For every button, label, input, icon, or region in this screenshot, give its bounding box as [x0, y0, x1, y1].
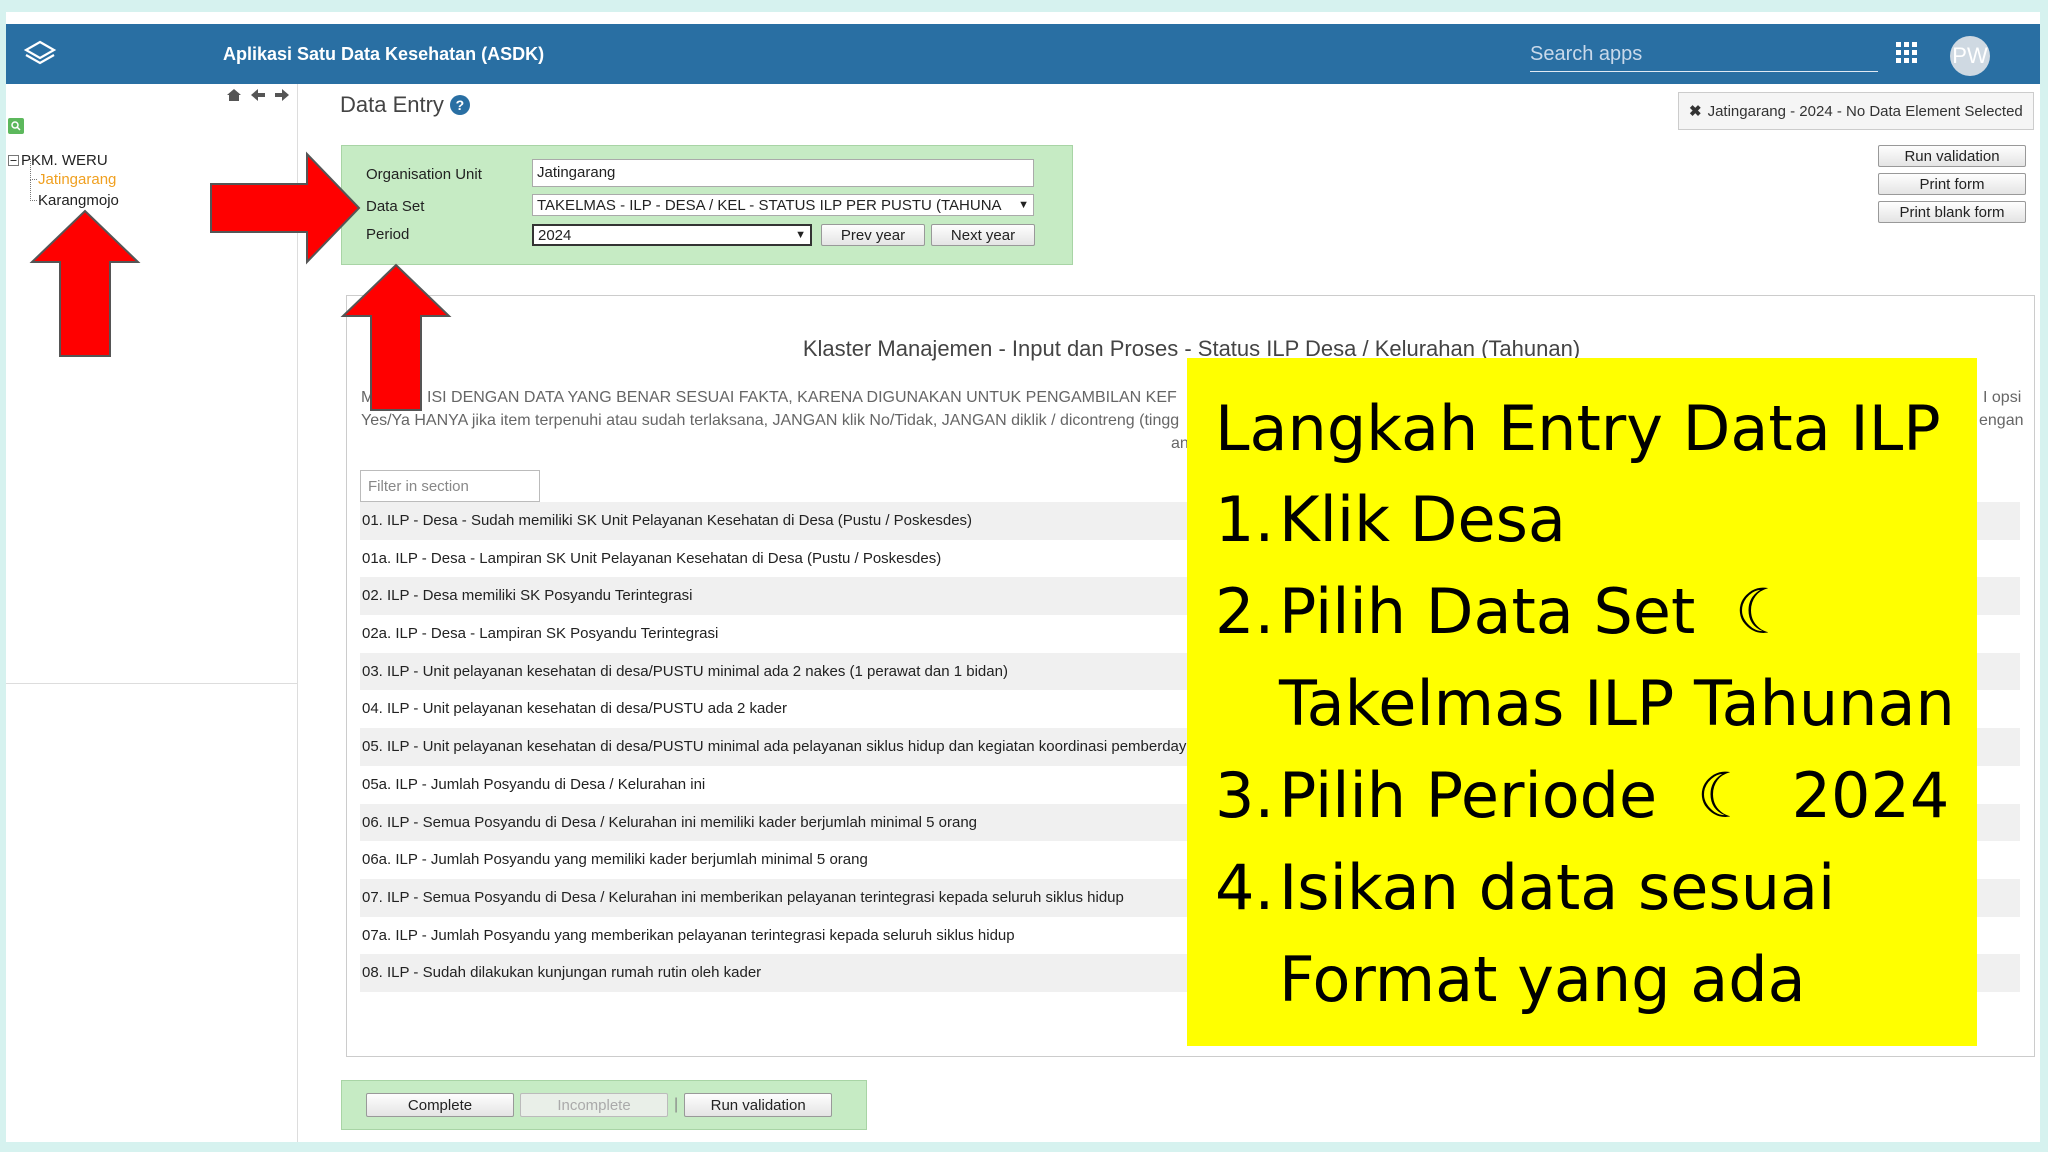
back-arrow-icon[interactable]: [250, 88, 266, 102]
overlay-step-number: 3.: [1215, 759, 1275, 832]
status-box: ✖ Jatingarang - 2024 - No Data Element S…: [1678, 92, 2034, 130]
overlay-step-number: 2.: [1215, 575, 1275, 648]
form-action-buttons: Run validation Print form Print blank fo…: [1878, 145, 2026, 223]
overlay-step-text: Pilih Data Set ☾ Takelmas ILP Tahunan: [1279, 575, 1955, 740]
incomplete-button: Incomplete: [520, 1093, 668, 1117]
complete-button[interactable]: Complete: [366, 1093, 514, 1117]
overlay-step-text: Pilih Periode ☾ 2024: [1279, 759, 1950, 832]
note-line1-mid: ISI DENGAN DATA YANG BENAR SESUAI FAKTA,…: [427, 389, 1177, 406]
overlay-step: 2. Pilih Data Set ☾ Takelmas ILP Tahunan: [1215, 566, 1977, 750]
user-avatar[interactable]: PW: [1950, 36, 1990, 76]
run-validation-bottom-button[interactable]: Run validation: [684, 1093, 833, 1117]
tree-nav-icons: [226, 88, 290, 102]
instruction-overlay: Langkah Entry Data ILP 1. Klik Desa 2. Pili…: [1187, 358, 1977, 1046]
next-year-button[interactable]: Next year: [931, 224, 1035, 246]
note-line1-right: I opsi: [1983, 389, 2022, 406]
sidebar-divider: [297, 684, 298, 1142]
status-text: Jatingarang - 2024 - No Data Element Sel…: [1707, 102, 2023, 120]
overlay-step-number: 1.: [1215, 483, 1275, 556]
overlay-step-text: Klik Desa: [1279, 483, 1566, 556]
filter-section-input[interactable]: [360, 470, 540, 502]
app-window: Aplikasi Satu Data Kesehatan (ASDK) PW P…: [6, 12, 2040, 1142]
top-bar: Aplikasi Satu Data Kesehatan (ASDK) PW: [6, 24, 2040, 84]
forward-arrow-icon[interactable]: [274, 88, 290, 102]
tree-item-jatingarang[interactable]: Jatingarang: [30, 159, 119, 190]
overlay-steps: 1. Klik Desa 2. Pilih Data Set ☾ Takelmas I…: [1215, 474, 1977, 1026]
completion-panel: Complete Incomplete | Run validation: [341, 1080, 867, 1130]
page-title-text: Data Entry: [340, 92, 444, 117]
chevron-down-icon: ▼: [795, 229, 806, 241]
page-title: Data Entry ?: [340, 92, 470, 118]
run-validation-button[interactable]: Run validation: [1878, 145, 2026, 167]
org-unit-tree: PKM. WERU Jatingarang Karangmojo: [8, 152, 119, 211]
prev-year-button[interactable]: Prev year: [821, 224, 925, 246]
red-arrow-right-icon: [210, 151, 361, 265]
red-arrow-up-icon: [340, 263, 452, 411]
help-icon[interactable]: ?: [449, 95, 470, 115]
chevron-down-icon: ▼: [1018, 199, 1029, 211]
selection-panel: Organisation Unit Jatingarang Data Set T…: [341, 145, 1073, 265]
collapse-icon[interactable]: [8, 155, 19, 166]
red-arrow-up-icon: [29, 209, 141, 357]
period-label: Period: [366, 226, 410, 243]
period-select[interactable]: 2024 ▼: [532, 224, 812, 246]
apps-grid-icon[interactable]: [1896, 42, 1918, 64]
home-icon[interactable]: [226, 88, 242, 102]
data-set-label: Data Set: [366, 198, 425, 215]
data-set-value: TAKELMAS - ILP - DESA / KEL - STATUS ILP…: [537, 196, 1002, 214]
print-blank-form-button[interactable]: Print blank form: [1878, 201, 2026, 223]
print-form-button[interactable]: Print form: [1878, 173, 2026, 195]
overlay-step: 1. Klik Desa: [1215, 474, 1977, 566]
app-title: Aplikasi Satu Data Kesehatan (ASDK): [223, 44, 545, 64]
period-value: 2024: [538, 226, 572, 244]
close-icon[interactable]: ✖: [1689, 102, 1702, 120]
separator: |: [674, 1096, 679, 1113]
data-set-select[interactable]: TAKELMAS - ILP - DESA / KEL - STATUS ILP…: [532, 194, 1034, 216]
search-tree-icon[interactable]: [8, 118, 24, 134]
overlay-step: 3. Pilih Periode ☾ 2024: [1215, 750, 1977, 842]
search-apps-input[interactable]: [1530, 38, 1878, 72]
app-logo-icon[interactable]: [6, 24, 74, 84]
org-unit-label: Organisation Unit: [366, 166, 482, 183]
note-line2-right: engan: [1979, 412, 2024, 429]
overlay-step-text: Isikan data sesuai Format yang ada: [1279, 851, 1836, 1016]
overlay-step-number: 4.: [1215, 851, 1275, 924]
tree-root[interactable]: PKM. WERU: [8, 152, 119, 169]
overlay-title: Langkah Entry Data ILP: [1215, 392, 1941, 465]
note-line2-left: Yes/Ya HANYA jika item terpenuhi atau su…: [361, 412, 1180, 429]
org-unit-field[interactable]: Jatingarang: [532, 159, 1034, 187]
overlay-step: 4. Isikan data sesuai Format yang ada: [1215, 842, 1977, 1026]
